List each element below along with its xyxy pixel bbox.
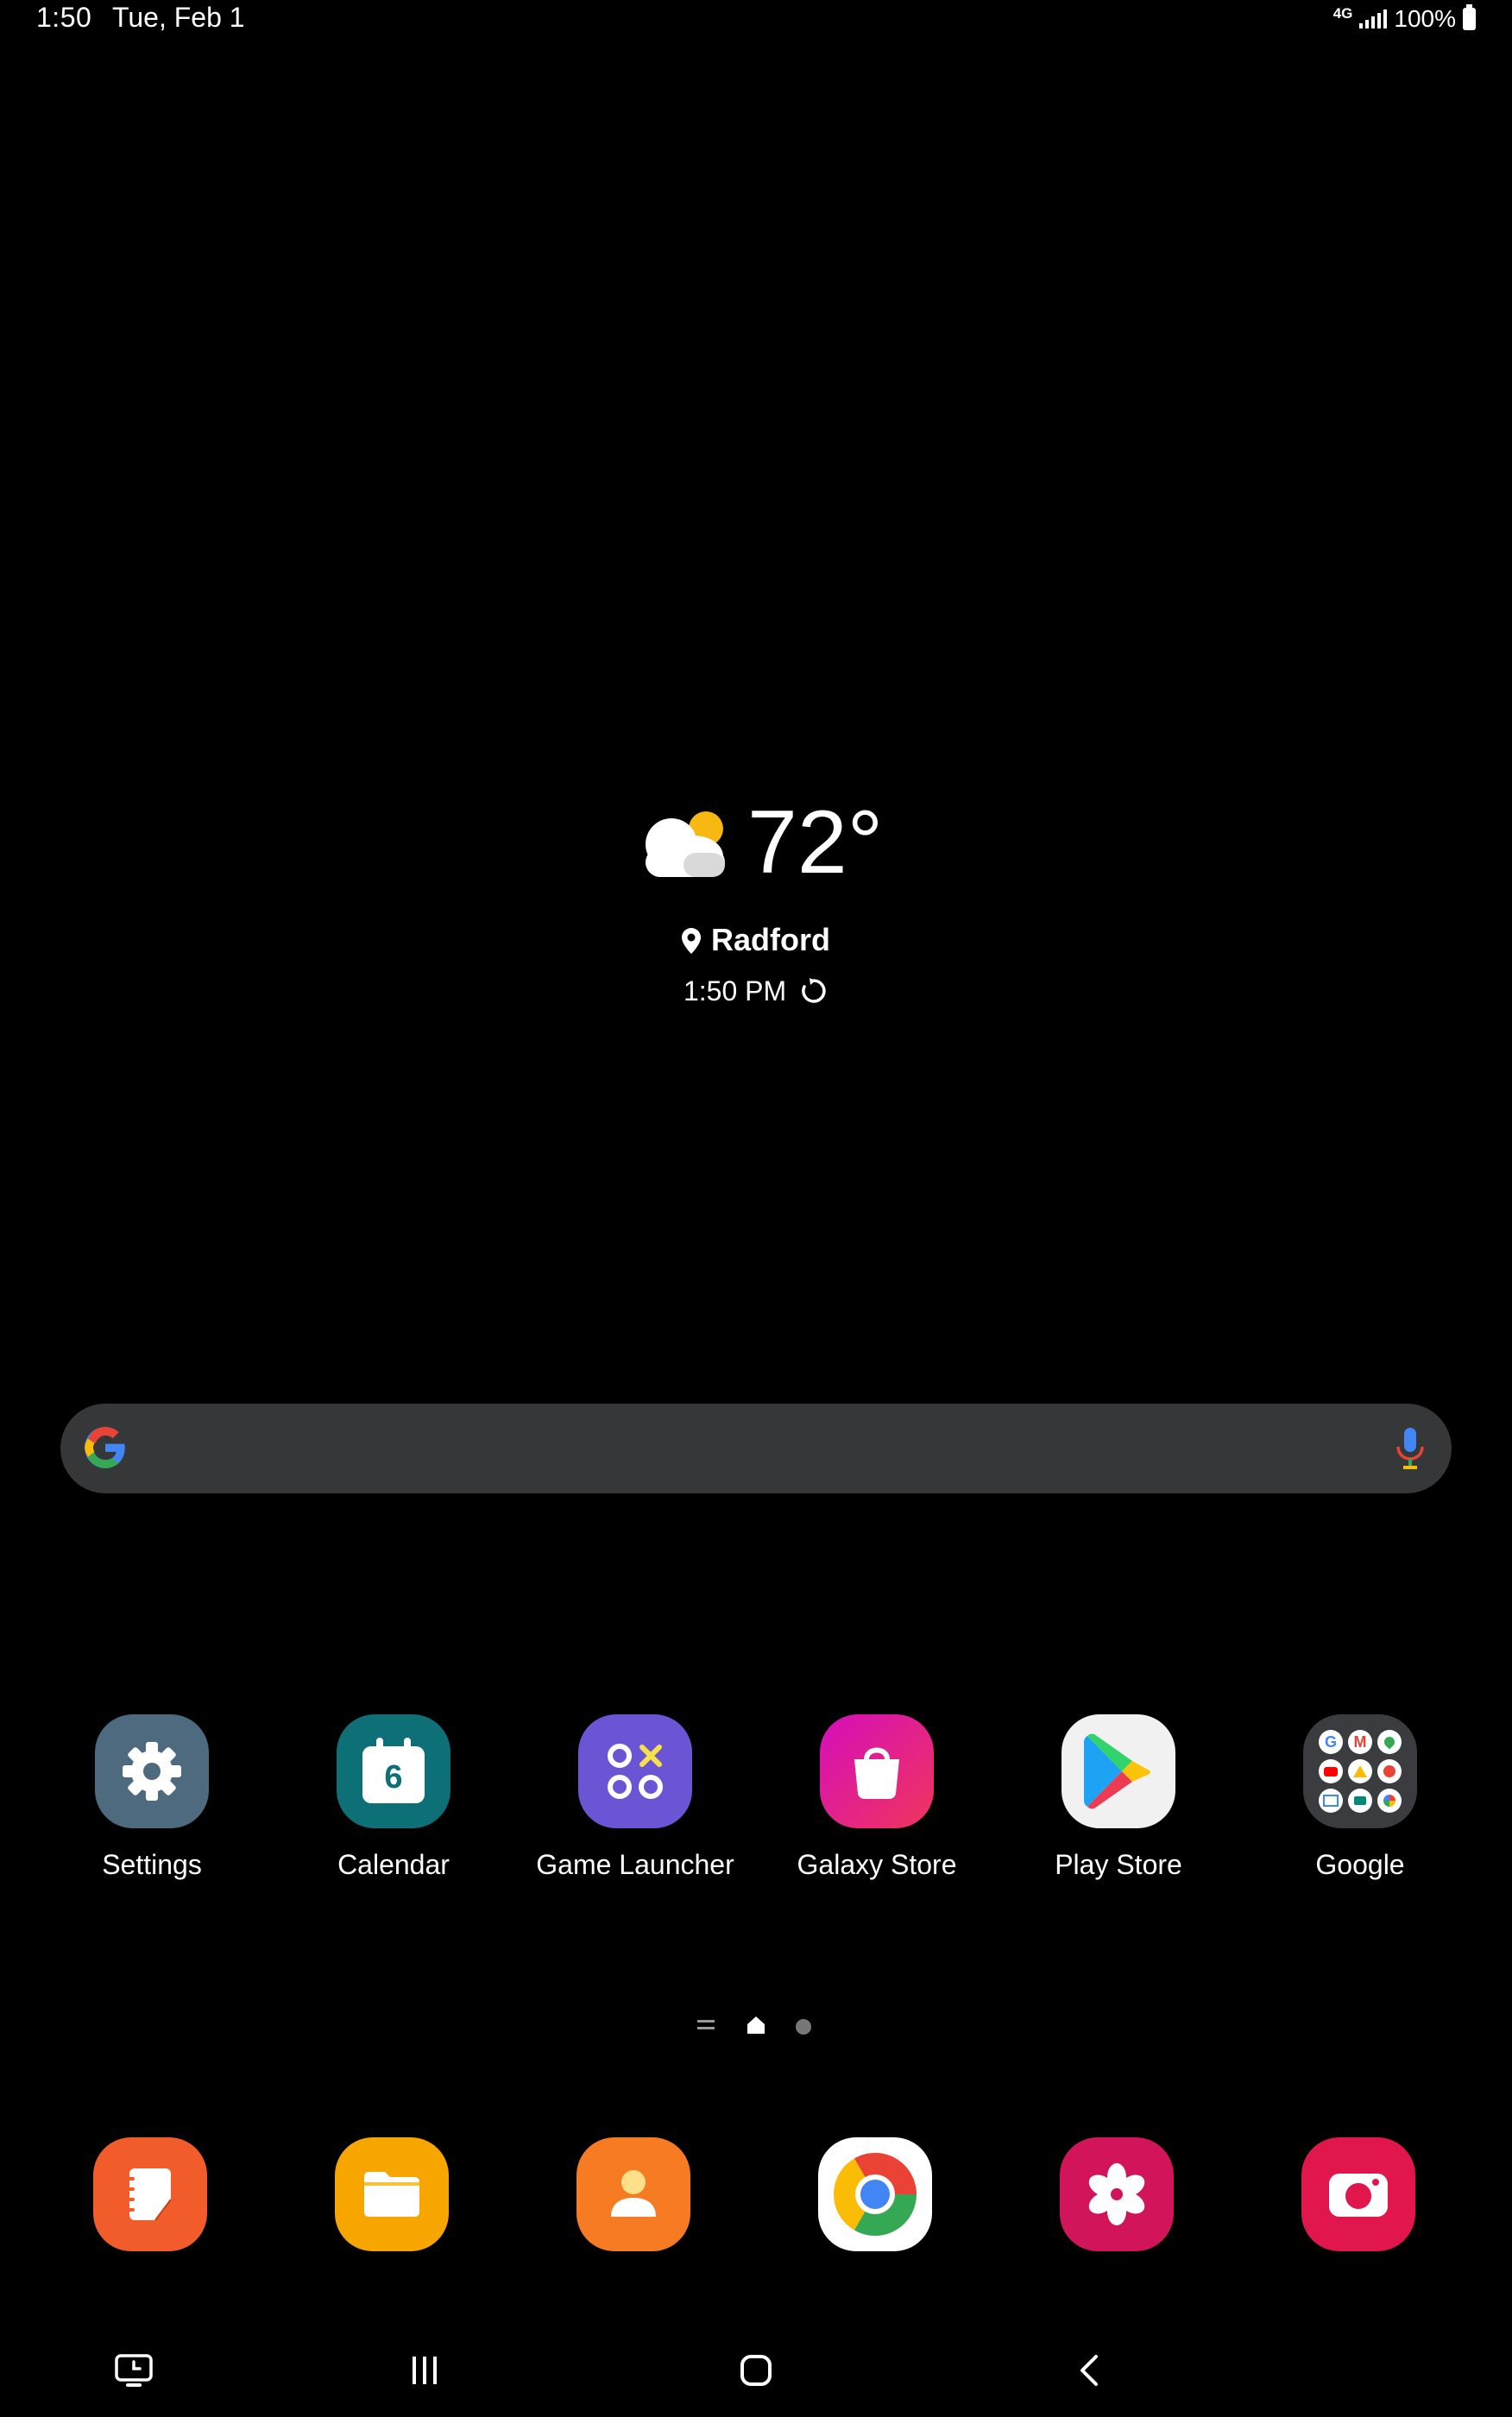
location-pin-icon [682,928,701,954]
calendar-icon: 6 [337,1714,450,1828]
screen-recorder-icon[interactable] [114,2353,154,2389]
partly-cloudy-icon [646,811,725,877]
google-search-bar[interactable] [60,1404,1452,1493]
weather-location-name: Radford [711,922,830,957]
samsung-notes-icon[interactable] [93,2137,207,2251]
contacts-icon[interactable] [576,2137,690,2251]
network-type: 4G [1332,5,1353,22]
play-store-icon [1062,1714,1175,1828]
chrome-icon[interactable] [818,2137,932,2251]
app-calendar[interactable]: 6 Calendar [273,1714,514,1881]
app-play-store[interactable]: Play Store [998,1714,1239,1881]
battery-percent: 100% [1394,5,1456,32]
gallery-icon[interactable] [1060,2137,1174,2251]
signal-icon [1359,9,1388,28]
status-time: 1:50 [36,2,92,33]
app-label: Google [1315,1849,1405,1880]
status-date: Tue, Feb 1 [112,2,245,33]
microphone-icon[interactable] [1395,1426,1426,1471]
google-g-icon [85,1427,125,1468]
home-button[interactable] [740,2355,772,2386]
app-label: Galaxy Store [797,1849,957,1880]
app-label: Game Launcher [536,1849,734,1880]
weather-location: Radford [0,922,1512,958]
weather-widget[interactable]: 72° Radford 1:50 PM [0,794,1512,1019]
google-folder-icon: G M [1303,1714,1417,1828]
app-label: Play Store [1055,1849,1182,1880]
app-game-launcher[interactable]: Game Launcher [514,1714,756,1881]
battery-icon [1463,4,1476,30]
page-dot[interactable] [796,2019,811,2035]
galaxy-store-icon [820,1714,934,1828]
settings-icon [95,1714,209,1828]
recents-button[interactable] [407,2355,442,2386]
home-icon[interactable] [746,2015,766,2035]
calendar-day: 6 [384,1758,403,1795]
camera-icon[interactable] [1301,2137,1415,2251]
app-settings[interactable]: Settings [31,1714,273,1881]
my-files-icon[interactable] [335,2137,449,2251]
folder-google[interactable]: G M Google [1239,1714,1481,1881]
weather-updated-time: 1:50 PM [683,975,787,1007]
weather-temperature: 72° [747,792,884,893]
refresh-icon[interactable] [799,976,828,1006]
weather-updated: 1:50 PM [0,975,1512,1007]
app-label: Settings [102,1849,202,1880]
app-galaxy-store[interactable]: Galaxy Store [756,1714,998,1881]
menu-icon[interactable] [697,2020,715,2032]
app-label: Calendar [337,1849,450,1880]
back-button[interactable] [1075,2353,1101,2388]
status-indicators: 4G 100% [1332,4,1476,33]
game-launcher-icon [578,1714,692,1828]
